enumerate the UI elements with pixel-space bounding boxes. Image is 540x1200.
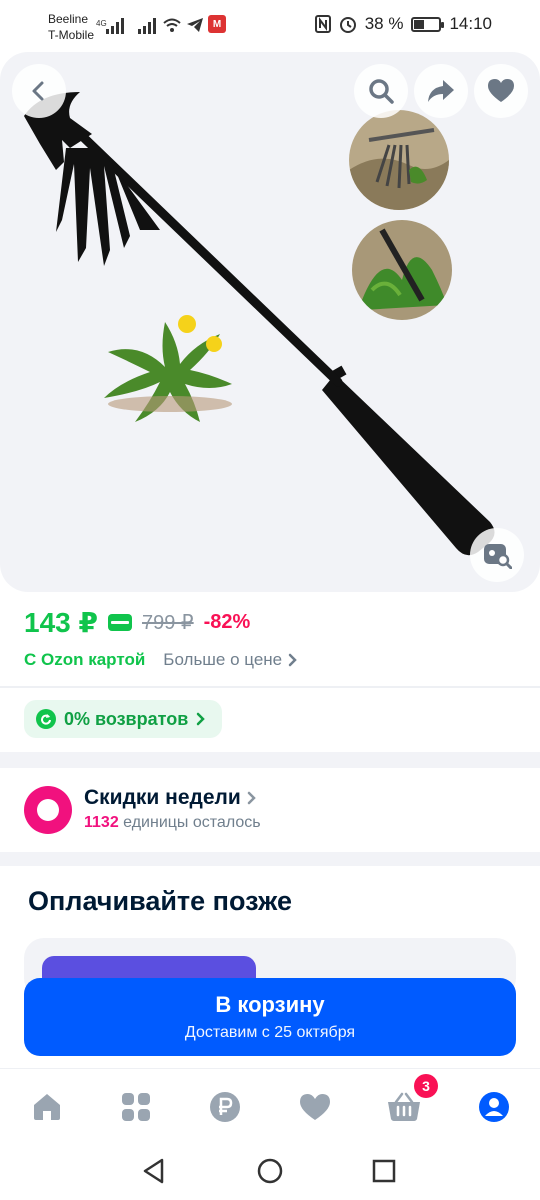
deals-remaining-label: единицы осталось [123, 814, 261, 831]
price-block: 143 ₽ 799 ₽ -82% С Ozon картой Больше о … [24, 604, 524, 670]
pay-later-title: Оплачивайте позже [28, 886, 292, 916]
deals-title: Скидки недели [84, 786, 241, 809]
favorites-icon [300, 1094, 330, 1120]
old-price: 799 ₽ [141, 611, 194, 634]
discount-badge: -82% [203, 610, 251, 633]
nav-recents-icon[interactable] [372, 1159, 396, 1183]
deals-count: 1132 [84, 814, 119, 831]
section-gap [0, 752, 540, 768]
home-icon [34, 1094, 60, 1120]
search-icon [369, 79, 394, 104]
carrier-names: Beeline T-Mobile [48, 11, 94, 43]
chevron-right-icon [288, 653, 297, 667]
clock: 14:10 [449, 14, 492, 33]
battery-icon [411, 16, 445, 32]
profile-icon [479, 1092, 509, 1122]
back-icon [32, 81, 44, 101]
alarm-icon [339, 17, 356, 33]
add-to-cart-label: В корзину [215, 992, 325, 1017]
dandelion-illustration [104, 315, 232, 422]
ozon-card-label: С Ozon картой [24, 650, 146, 669]
add-to-cart-button[interactable]: В корзину Доставим с 25 октября [24, 978, 516, 1056]
cart-icon [388, 1092, 420, 1121]
signal-icon [106, 16, 124, 34]
wifi-icon [163, 18, 181, 32]
share-icon [428, 80, 454, 102]
carrier-2: T-Mobile [48, 28, 95, 42]
telegram-icon [187, 18, 203, 32]
deals-remaining: 1132 единицы осталось [84, 814, 261, 832]
chevron-right-icon [247, 791, 256, 805]
nfc-icon [314, 15, 331, 33]
bottom-tab-bar [0, 1068, 540, 1144]
tab-finance[interactable] [205, 1087, 245, 1127]
status-right: 38 % 14:10 [314, 14, 492, 34]
image-search-icon [484, 544, 512, 569]
more-about-price-label: Больше о цене [163, 650, 283, 669]
thumbnail-1[interactable] [349, 110, 449, 210]
divider [0, 686, 540, 688]
heart-icon [488, 79, 514, 102]
status-bar: Beeline T-Mobile 4G M 38 % 14:10 [0, 0, 540, 52]
system-nav-bar [0, 1144, 540, 1200]
thumbnail-2[interactable] [352, 220, 452, 320]
cart-count-badge: 3 [414, 1074, 438, 1098]
nav-back-icon[interactable] [142, 1158, 166, 1184]
tab-home[interactable] [27, 1087, 67, 1127]
nav-home-icon[interactable] [257, 1158, 283, 1184]
weekly-deals-banner[interactable]: Скидки недели 1132 единицы осталось [0, 768, 540, 852]
returns-icon [36, 709, 56, 729]
product-gallery[interactable] [0, 52, 540, 592]
chevron-right-icon [197, 712, 206, 726]
search-button[interactable] [354, 64, 408, 118]
tab-profile[interactable] [474, 1087, 514, 1127]
ozon-card-icon [107, 613, 132, 631]
section-gap [0, 852, 540, 866]
more-about-price-link[interactable]: Больше о цене [163, 650, 298, 670]
returns-chip[interactable]: 0% возвратов [24, 700, 223, 738]
returns-label: 0% возвратов [64, 708, 189, 729]
battery-percent: 38 % [364, 14, 404, 33]
delivery-date: Доставим с 25 октября [184, 1024, 356, 1041]
carrier-1: Beeline [48, 12, 89, 26]
back-button[interactable] [12, 64, 66, 118]
ruble-icon [210, 1092, 240, 1122]
app-notification-icon: M [208, 15, 226, 33]
image-search-button[interactable] [470, 528, 524, 582]
deals-logo-icon [24, 786, 72, 834]
current-price: 143 ₽ [24, 606, 98, 638]
tab-favorites[interactable] [295, 1087, 335, 1127]
product-image [24, 92, 495, 556]
catalog-icon [122, 1093, 150, 1121]
signal-2-icon [138, 16, 156, 34]
deals-title-row: Скидки недели [84, 786, 257, 810]
favorite-button[interactable] [474, 64, 528, 118]
tab-catalog[interactable] [116, 1087, 156, 1127]
share-button[interactable] [414, 64, 468, 118]
